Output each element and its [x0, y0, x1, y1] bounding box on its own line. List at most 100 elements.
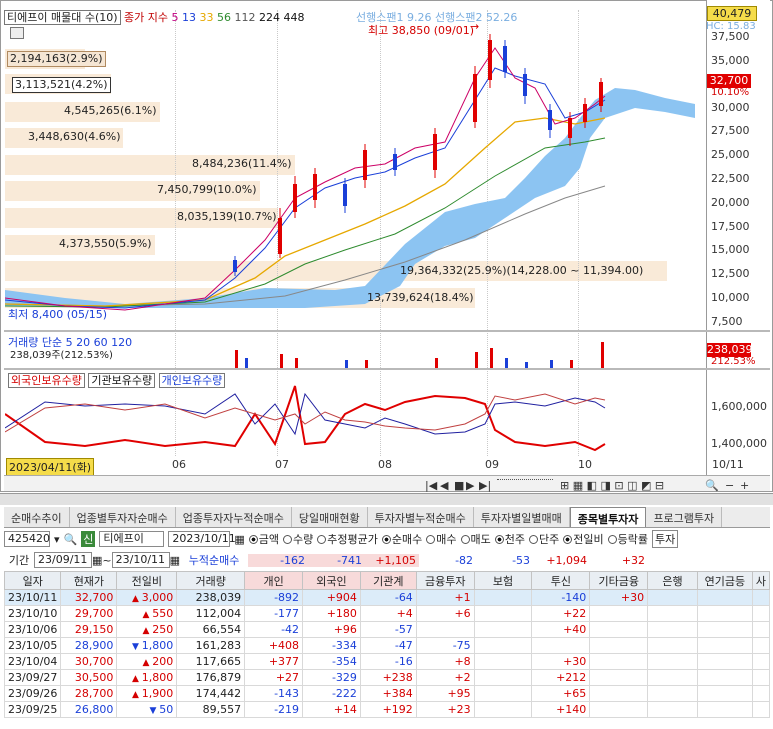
last-button[interactable]: ▶|	[479, 479, 491, 492]
period-to-input[interactable]: 23/10/11	[111, 552, 170, 568]
y-tick: 35,000	[711, 54, 750, 67]
search-icon[interactable]: 🔍	[64, 533, 78, 546]
cell-otherfin	[589, 669, 649, 686]
chart-title[interactable]: 티에프이 매물대 수(10)	[4, 10, 121, 25]
cell-inst: +4	[359, 605, 417, 622]
pane-separator[interactable]	[4, 368, 770, 370]
col-change[interactable]: 전일비	[116, 571, 178, 590]
table-row[interactable]: 23/09/25 26,800 ▼ 50 89,557 -219 +14 +192 +23 +1…	[3, 701, 771, 718]
cell-pension	[696, 605, 753, 622]
chart-title-row: 티에프이 매물대 수(10) 종가 지수 5 13 33 56 112 224 …	[4, 9, 305, 25]
cell-pension	[696, 653, 753, 670]
cell-inst: -47	[359, 637, 417, 654]
tab-investor-daily[interactable]: 투자자별일별매매	[473, 507, 570, 527]
pane-separator[interactable]	[4, 330, 770, 332]
calendar-icon[interactable]: ▦	[234, 533, 244, 546]
cell-fin: +6	[415, 605, 475, 622]
cell-individual: -42	[244, 621, 304, 638]
panel-splitter[interactable]	[0, 493, 773, 505]
cell-pension	[696, 621, 753, 638]
next-button[interactable]: ▶	[466, 479, 474, 492]
tab-stock-investor[interactable]: 종목별투자자	[569, 507, 647, 527]
table-row[interactable]: 23/10/05 28,900 ▼ 1,800 161,283 +408 -334 -47-…	[3, 637, 771, 654]
cell-foreign: -354	[302, 653, 361, 670]
stock-code-input[interactable]: 425420	[4, 531, 50, 547]
col-inst[interactable]: 기관계	[359, 571, 417, 590]
cumulative-fin: -82	[455, 553, 474, 567]
first-button[interactable]: |◀	[425, 479, 437, 492]
col-otherfin[interactable]: 기타금융	[589, 571, 649, 590]
calendar-icon[interactable]: ▦	[170, 554, 180, 567]
tab-sector-investor[interactable]: 업종별투자자순매수	[69, 507, 176, 527]
holder-tick: 1,400,000	[711, 437, 767, 450]
zoom-out-icon[interactable]: 🔍	[705, 479, 719, 492]
cell-individual: -892	[244, 589, 304, 606]
plus-icon[interactable]: +	[740, 479, 749, 492]
cell-inst: +238	[359, 669, 417, 686]
opt-avgprice[interactable]: 추정평균가	[317, 531, 378, 547]
invest-button[interactable]: 투자	[652, 530, 679, 548]
tab-daily-trading[interactable]: 당일매매현황	[291, 507, 368, 527]
zoom-slider[interactable]	[497, 479, 553, 480]
col-individual[interactable]: 개인	[244, 571, 304, 590]
table-row[interactable]: 23/10/06 29,150 ▲ 250 66,554 -42 +96 -57 +40	[3, 621, 771, 638]
opt-single[interactable]: 단주	[529, 531, 559, 547]
cell-date: 23/09/26	[3, 685, 62, 702]
volume-profile-label: 3,113,521(4.2%)	[12, 77, 111, 93]
table-row[interactable]: 23/10/10 29,700 ▲ 550 112,004 -177 +180 +4 +6 +2…	[3, 605, 771, 622]
col-insurance[interactable]: 보험	[473, 571, 533, 590]
top-price-box: 40,479	[707, 6, 757, 21]
minus-icon[interactable]: −	[725, 479, 734, 492]
opt-amount[interactable]: 금액	[248, 531, 279, 547]
col-trust[interactable]: 투신	[531, 571, 591, 590]
y-tick: 22,500	[711, 172, 750, 185]
period-from-input[interactable]: 23/09/11	[34, 552, 92, 568]
col-foreign[interactable]: 외국인	[302, 571, 361, 590]
cell-insurance	[473, 637, 533, 654]
dropdown-icon[interactable]: ▾	[54, 533, 60, 546]
cell-change: ▲ 550	[116, 605, 178, 622]
table-row[interactable]: 23/10/11 32,700 ▲ 3,000 238,039 -892 +904 -64 +…	[3, 589, 771, 606]
stop-button[interactable]: ■	[454, 479, 464, 492]
col-date[interactable]: 일자	[3, 571, 62, 590]
opt-change[interactable]: 전일비	[563, 531, 604, 547]
chart-tools-icon[interactable]: ⊞ ▦ ◧ ◨ ⊡ ◫ ◩ ⊟	[560, 479, 664, 492]
opt-quantity[interactable]: 수량	[283, 531, 313, 547]
up-triangle-icon: ▲	[131, 690, 142, 700]
opt-thousand[interactable]: 천주	[494, 531, 525, 547]
prev-button[interactable]: ◀	[440, 479, 448, 492]
cell-trust: +212	[531, 669, 591, 686]
col-pension[interactable]: 연기금등	[696, 571, 753, 590]
tab-program[interactable]: 프로그램투자	[646, 507, 723, 527]
table-row[interactable]: 23/09/27 30,500 ▲ 1,800 176,879 +27 -329 +238 +…	[3, 669, 771, 686]
x-tick: 08	[378, 458, 392, 471]
cell-otherfin: +30	[589, 589, 649, 606]
opt-sell[interactable]: 매도	[460, 531, 491, 547]
cell-pension	[696, 637, 753, 654]
cell-volume: 176,879	[176, 669, 246, 686]
opt-rate[interactable]: 등락률	[607, 531, 648, 547]
col-bank[interactable]: 은행	[647, 571, 698, 590]
tab-investor-cumulative[interactable]: 투자자별누적순매수	[367, 507, 474, 527]
ma-period-33: 33	[199, 11, 214, 24]
opt-netbuy[interactable]: 순매수	[381, 531, 422, 547]
tab-net-buy-trend[interactable]: 순매수추이	[4, 507, 70, 527]
col-more[interactable]: 사	[751, 571, 771, 590]
stock-name-field[interactable]: 티에프이	[99, 531, 165, 547]
calendar-icon[interactable]: ▦	[92, 554, 102, 567]
table-row[interactable]: 23/09/26 28,700 ▲ 1,900 174,442 -143 -222 +384…	[3, 685, 771, 702]
date-input[interactable]: 2023/10/11	[168, 531, 236, 547]
cumulative-foreign: -741	[308, 553, 366, 567]
holder-tick: 1,600,000	[711, 400, 767, 413]
col-volume[interactable]: 거래량	[176, 571, 246, 590]
period-row: 기간 23/09/11 ▦ ~ 23/10/11 ▦ 누적순매수 -162 -7…	[4, 552, 648, 568]
col-fin[interactable]: 금융투자	[415, 571, 475, 590]
cell-volume: 161,283	[176, 637, 246, 654]
opt-buy[interactable]: 매수	[426, 531, 457, 547]
grid-icon[interactable]	[10, 27, 24, 39]
cell-more	[751, 589, 771, 606]
down-triangle-icon: ▼	[149, 706, 160, 716]
table-row[interactable]: 23/10/04 30,700 ▲ 200 117,665 +377 -354 -16 +8 +…	[3, 653, 771, 670]
tab-sector-cumulative[interactable]: 업종투자자누적순매수	[175, 507, 292, 527]
col-price[interactable]: 현재가	[60, 571, 118, 590]
